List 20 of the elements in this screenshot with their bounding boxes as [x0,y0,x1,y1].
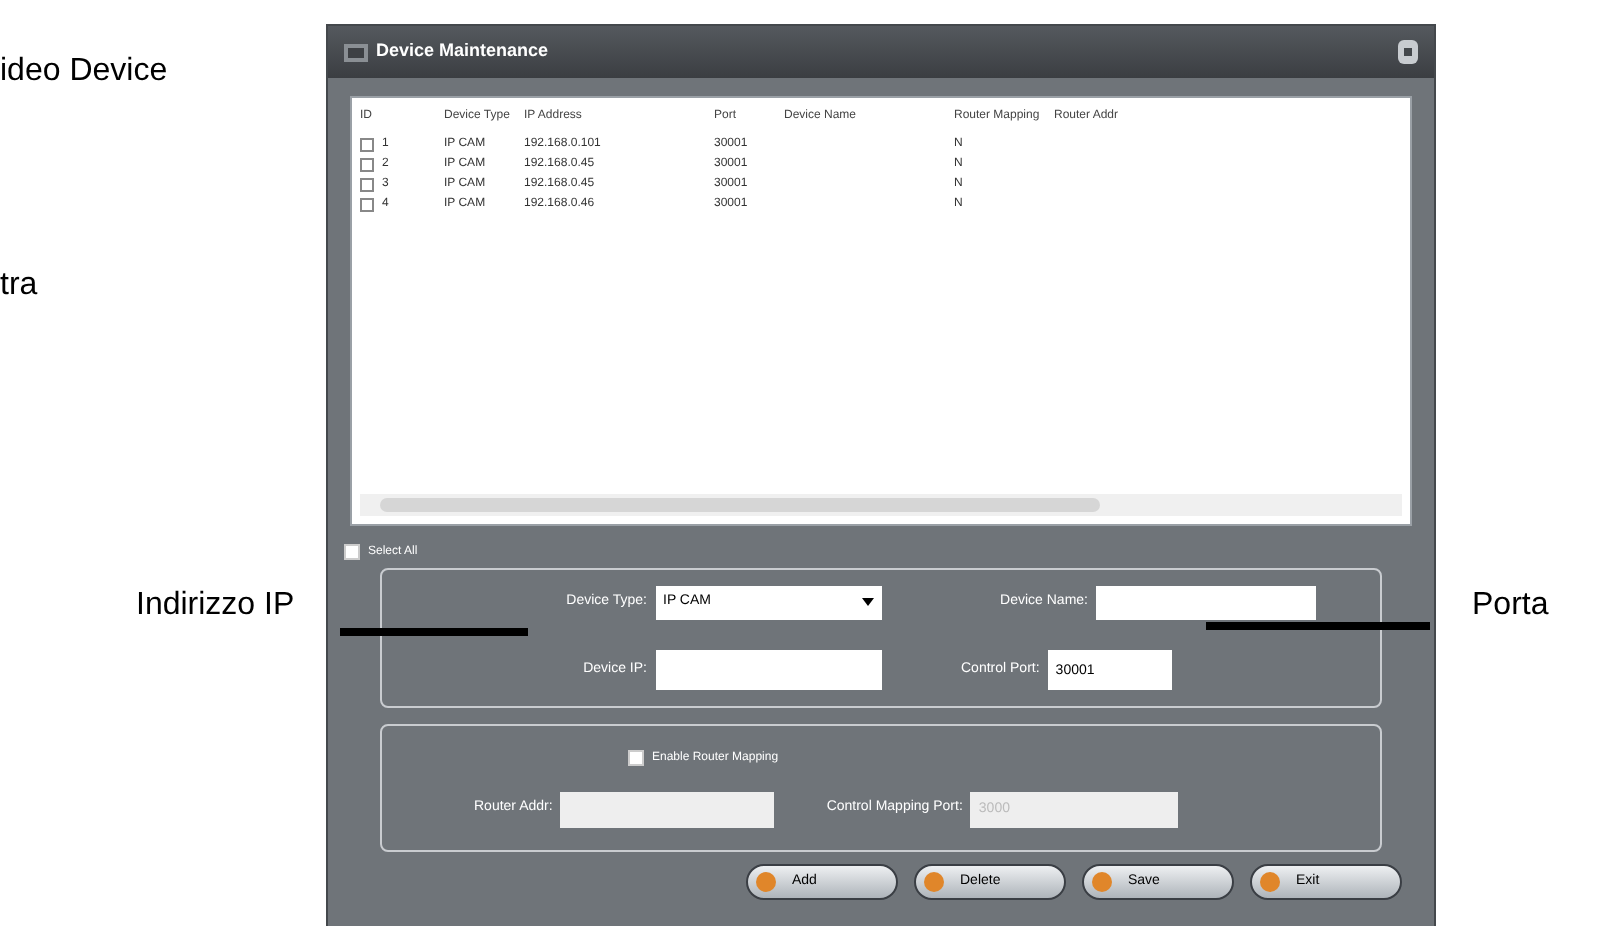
device-ip-field[interactable] [655,650,881,691]
checkbox[interactable] [360,137,374,151]
annotation-label: Porta [1472,586,1549,626]
annotation-label: tra [0,266,38,306]
device-name-field[interactable] [1096,585,1316,620]
button-icon [924,872,944,892]
annotation-label: ideo Device [0,52,168,92]
checkbox[interactable] [344,544,360,560]
checkbox[interactable] [360,157,374,171]
dropdown-caret-icon [861,598,873,607]
checkbox[interactable] [360,177,374,191]
close-icon[interactable] [1398,40,1418,64]
button-icon [1260,872,1280,892]
checkbox[interactable] [628,750,644,766]
button-icon [1092,872,1112,892]
annotation-label: Indirizzo IP [136,586,295,626]
app-icon [344,43,368,61]
button-icon [756,872,776,892]
checkbox[interactable] [360,197,374,211]
window-title: Device Maintenance [376,38,549,65]
